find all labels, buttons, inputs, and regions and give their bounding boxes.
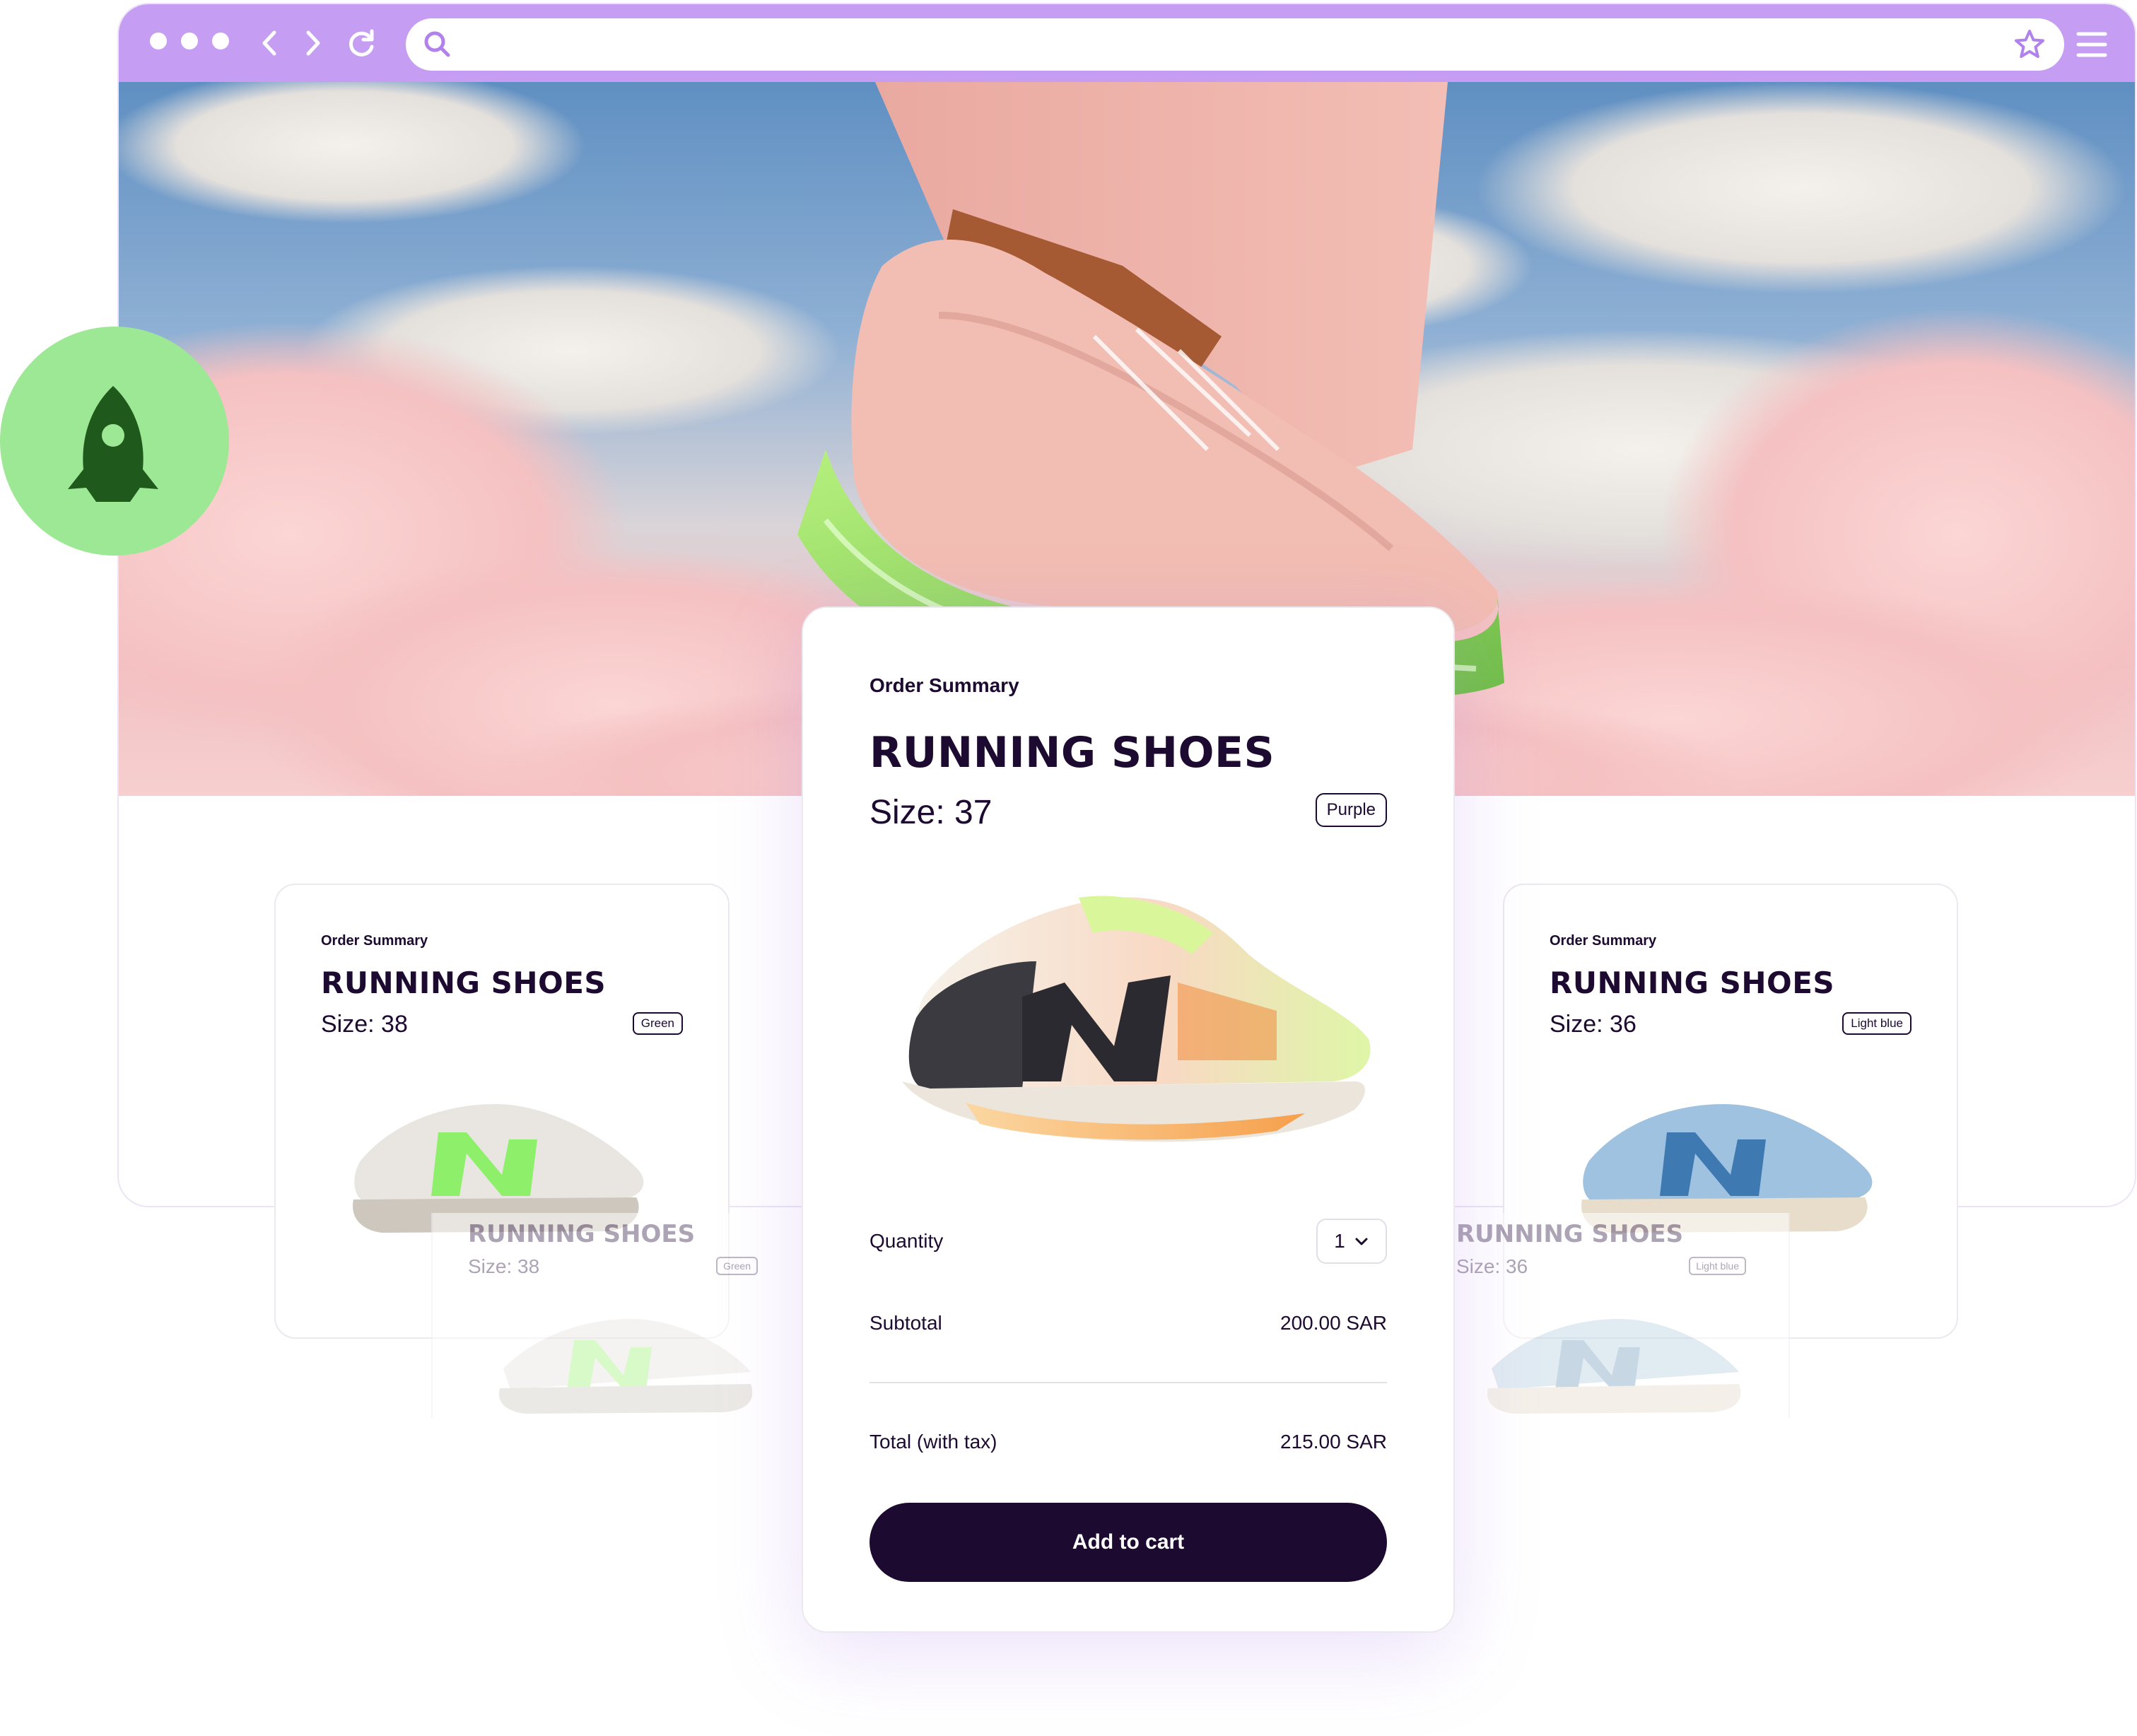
rocket-badge	[0, 327, 229, 556]
ghost-card-right: RUNNING SHOES Size: 36 Light blue	[1421, 1213, 1790, 1418]
chevron-left-icon	[262, 30, 276, 56]
ghost-color-chip: Green	[716, 1257, 758, 1275]
hamburger-menu-icon[interactable]	[2073, 25, 2111, 64]
window-dot-close[interactable]	[150, 33, 167, 49]
color-chip[interactable]: Purple	[1315, 793, 1387, 827]
quantity-label: Quantity	[870, 1230, 944, 1252]
back-button[interactable]	[253, 25, 288, 61]
address-input[interactable]	[467, 27, 1996, 64]
quantity-select[interactable]: 1	[1316, 1219, 1387, 1264]
ghost-card-title: RUNNING SHOES	[1456, 1220, 1684, 1248]
chevron-down-icon	[1355, 1238, 1368, 1245]
ghost-card-size: Size: 36	[1456, 1255, 1528, 1277]
card-title: RUNNING SHOES	[321, 966, 607, 1000]
subtotal-label: Subtotal	[870, 1312, 942, 1334]
purple-shoe-image	[902, 896, 1371, 1142]
add-to-cart-button[interactable]: Add to cart	[870, 1503, 1387, 1582]
card-eyebrow: Order Summary	[1550, 933, 1657, 949]
light-blue-shoe-image	[1487, 1319, 1741, 1414]
search-icon	[424, 31, 450, 57]
ghost-card-title: RUNNING SHOES	[468, 1220, 696, 1248]
color-chip[interactable]: Green	[632, 1012, 683, 1035]
reload-button[interactable]	[344, 25, 379, 61]
rocket-icon	[68, 386, 158, 502]
card-title: RUNNING SHOES	[870, 728, 1275, 778]
window-dot-maximize[interactable]	[212, 33, 229, 49]
card-size: Size: 36	[1550, 1011, 1637, 1038]
address-bar[interactable]	[406, 18, 2064, 71]
card-size: Size: 37	[870, 794, 993, 831]
star-icon[interactable]	[2012, 27, 2047, 62]
chevron-right-icon	[306, 30, 320, 56]
green-shoe-image	[499, 1319, 753, 1414]
divider	[870, 1382, 1387, 1383]
quantity-value: 1	[1334, 1230, 1345, 1252]
order-summary-card-main: Order Summary RUNNING SHOES Size: 37 Pur…	[802, 606, 1455, 1633]
ghost-card-left: RUNNING SHOES Size: 38 Green	[431, 1213, 800, 1418]
total-label: Total (with tax)	[870, 1431, 997, 1453]
subtotal-value: 200.00 SAR	[1280, 1312, 1387, 1334]
card-title: RUNNING SHOES	[1550, 966, 1835, 1000]
ghost-color-chip: Light blue	[1689, 1257, 1746, 1275]
card-size: Size: 38	[321, 1011, 408, 1038]
browser-toolbar	[119, 4, 2135, 82]
color-chip[interactable]: Light blue	[1842, 1012, 1911, 1035]
window-dot-minimize[interactable]	[181, 33, 198, 49]
forward-button[interactable]	[294, 25, 329, 61]
total-value: 215.00 SAR	[1280, 1431, 1387, 1453]
card-eyebrow: Order Summary	[870, 674, 1019, 696]
ghost-card-size: Size: 38	[468, 1255, 540, 1277]
window-controls	[150, 33, 229, 49]
card-eyebrow: Order Summary	[321, 933, 428, 949]
reload-icon	[349, 29, 374, 57]
